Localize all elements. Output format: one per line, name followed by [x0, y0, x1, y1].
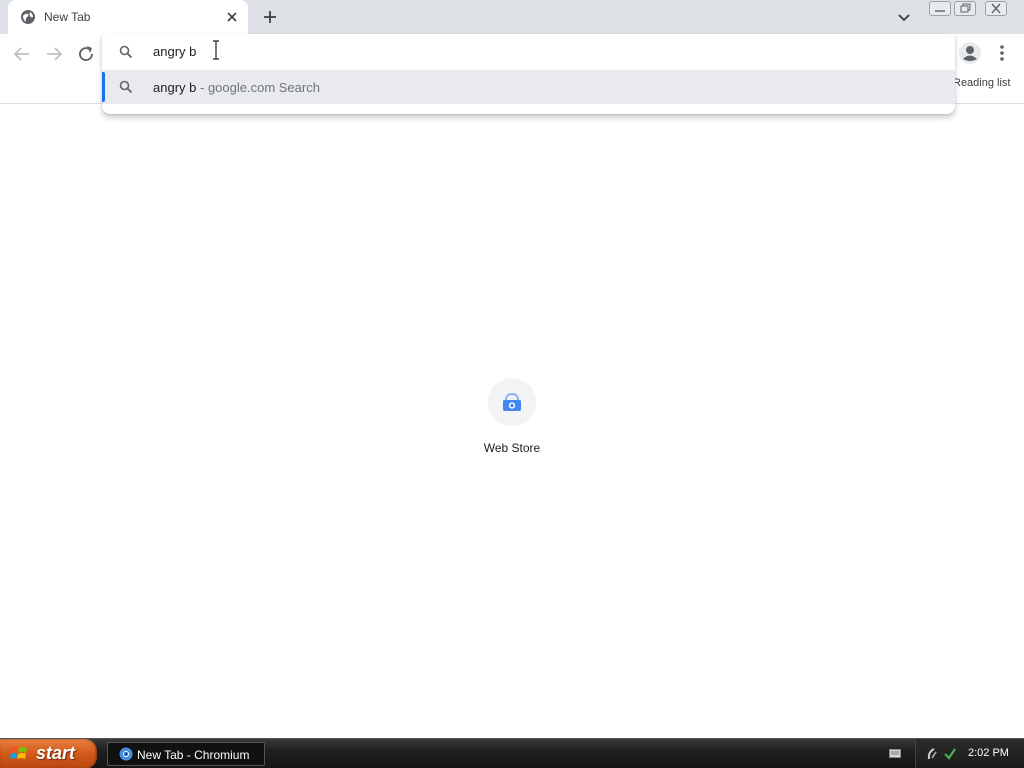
- omnibox-input[interactable]: angry b: [102, 34, 955, 70]
- globe-icon: [21, 10, 35, 24]
- reload-icon[interactable]: [74, 42, 98, 66]
- tab-strip: New Tab: [0, 0, 1024, 34]
- shortcut-web-store[interactable]: Web Store: [462, 376, 562, 466]
- taskbar: start New Tab - Chromium 2:02 PM: [0, 738, 1024, 768]
- omnibox-suggestion[interactable]: angry b - google.com Search: [102, 70, 955, 104]
- start-button[interactable]: start: [0, 739, 97, 768]
- suggestion-query: angry b: [153, 80, 197, 95]
- web-store-icon: [503, 392, 521, 411]
- taskbar-item-label: New Tab - Chromium: [137, 748, 250, 762]
- close-window-button[interactable]: [985, 1, 1007, 16]
- browser-window: New Tab Reading list angry b angry b - g…: [0, 0, 1024, 768]
- security-shield-icon[interactable]: [942, 746, 958, 762]
- windows-logo-icon: [10, 747, 27, 759]
- taskbar-clock[interactable]: 2:02 PM: [968, 747, 1009, 759]
- omnibox-dropdown: angry b angry b - google.com Search: [102, 34, 955, 114]
- forward-arrow-icon[interactable]: [42, 42, 66, 66]
- close-tab-icon[interactable]: [224, 9, 240, 25]
- system-tray: 2:02 PM: [915, 739, 1024, 768]
- taskbar-item-chromium[interactable]: New Tab - Chromium: [107, 742, 265, 766]
- keyboard-icon[interactable]: [889, 749, 901, 758]
- selection-indicator: [102, 72, 105, 102]
- tab-search-chevron-icon[interactable]: [895, 8, 913, 26]
- omnibox-input-text[interactable]: angry b: [153, 44, 196, 59]
- tab-title: New Tab: [44, 10, 91, 24]
- search-icon: [119, 45, 133, 59]
- network-icon[interactable]: [926, 746, 942, 762]
- suggestion-description: google.com Search: [207, 80, 320, 95]
- tab-new-tab[interactable]: New Tab: [8, 0, 248, 34]
- start-label: start: [36, 743, 76, 763]
- minimize-button[interactable]: [929, 1, 951, 16]
- profile-avatar-icon[interactable]: [958, 41, 982, 65]
- new-tab-button[interactable]: [259, 6, 281, 28]
- search-icon: [119, 80, 133, 94]
- suggestion-text: angry b - google.com Search: [153, 80, 320, 95]
- suggestion-separator: -: [196, 80, 208, 95]
- back-arrow-icon[interactable]: [10, 42, 34, 66]
- reading-list-button[interactable]: Reading list: [953, 77, 1010, 89]
- chromium-icon: [119, 747, 133, 761]
- text-cursor-icon: [213, 40, 219, 60]
- kebab-menu-icon[interactable]: [994, 41, 1010, 65]
- shortcut-tile: [488, 378, 536, 426]
- restore-button[interactable]: [954, 1, 976, 16]
- shortcut-label: Web Store: [483, 441, 541, 455]
